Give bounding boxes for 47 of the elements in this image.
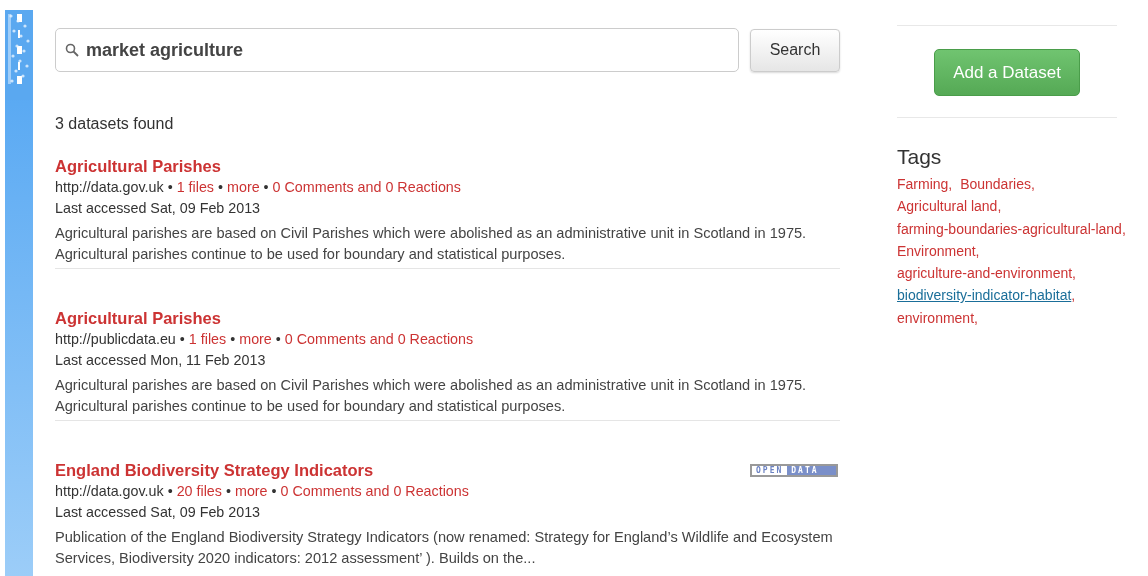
meta-link[interactable]: more: [234, 483, 268, 499]
tag-separator: ,: [975, 242, 980, 259]
tag-separator: ,: [948, 176, 953, 192]
bullet-separator: •: [271, 483, 277, 499]
last-accessed: Last accessed Sat, 09 Feb 2013: [55, 503, 262, 522]
dataset-description: Publication of the England Biodiversity Strategy Indicators (now renamed: Strategy for England’s Wildlife and Ecosystem Services, Biodiversity 2020 indicators: 2012 assessment’ ). Builds on the...: [55, 528, 834, 568]
bullet-separator: •: [218, 179, 223, 195]
tag-separator: ,: [1072, 265, 1076, 282]
meta-link[interactable]: 0 Comments and 0 Reactions: [284, 331, 474, 347]
dataset-description: Agricultural parishes are based on Civil Parishes which were abolished as an administrative unit in Scotland in 1975. Agricultural parishes continue to be used for boundary and statistical purposes.: [55, 376, 808, 416]
result-count: 3 datasets found: [55, 115, 175, 133]
tag-separator: ,: [1121, 220, 1126, 237]
source-url: http://data.gov.uk: [55, 179, 164, 195]
bullet-separator: •: [167, 179, 173, 195]
meta-link[interactable]: 0 Comments and 0 Reactions: [272, 179, 461, 195]
tag-separator: ,: [1030, 176, 1035, 192]
tag-separator: ,: [1071, 287, 1076, 304]
bullet-separator: •: [225, 483, 231, 499]
search-button[interactable]: Search: [750, 28, 840, 72]
last-accessed: Last accessed Mon, 11 Feb 2013: [55, 351, 267, 370]
meta-link[interactable]: 0 Comments and 0 Reactions: [280, 483, 469, 499]
bullet-separator: •: [275, 331, 281, 347]
source-url: http://publicdata.eu: [55, 331, 176, 347]
bullet-separator: •: [167, 483, 173, 499]
dataset-title-link[interactable]: England Biodiversity Strategy Indicators: [55, 459, 374, 481]
meta-link[interactable]: more: [227, 179, 260, 195]
bullet-separator: •: [230, 331, 236, 347]
dataset-title-link[interactable]: Agricultural Parishes: [55, 155, 221, 177]
dataset-description: Agricultural parishes are based on Civil Parishes which were abolished as an administrative unit in Scotland in 1975. Agricultural parishes continue to be used for boundary and statistical purposes.: [55, 224, 808, 264]
tag-separator: ,: [974, 309, 978, 326]
meta-link[interactable]: 1 files: [188, 331, 227, 347]
tag-separator: ,: [997, 198, 1002, 215]
tag-link[interactable]: Boundaries: [960, 176, 1031, 192]
bullet-separator: •: [179, 331, 185, 347]
tag-link[interactable]: Environment: [897, 242, 976, 259]
last-accessed: Last accessed Sat, 09 Feb 2013: [55, 199, 262, 218]
meta-link[interactable]: 1 files: [176, 179, 214, 195]
tags-heading: Tags: [897, 145, 943, 169]
search-field[interactable]: market agriculture: [55, 28, 739, 72]
source-url: http://data.gov.uk: [55, 483, 164, 499]
dataset-title-link[interactable]: Agricultural Parishes: [55, 307, 221, 329]
tag-link[interactable]: farming-boundaries-agricultural-land: [897, 220, 1122, 237]
meta-link[interactable]: 20 files: [176, 483, 222, 499]
bullet-separator: •: [263, 179, 269, 195]
meta-link[interactable]: more: [239, 331, 272, 347]
search-icon: [65, 43, 79, 57]
open-data-badge: OPEN DATA: [750, 463, 838, 477]
